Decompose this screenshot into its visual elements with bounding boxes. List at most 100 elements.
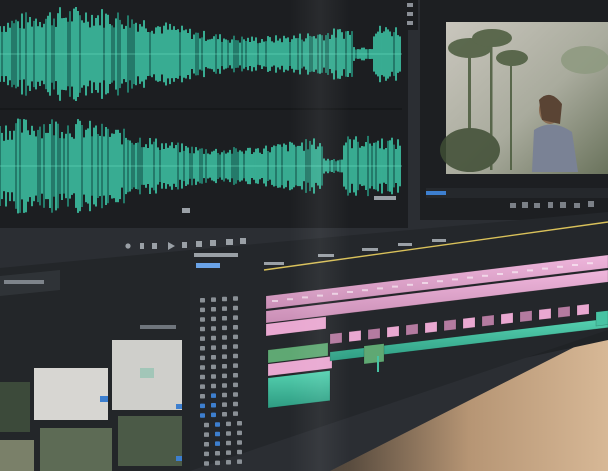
track-lock-icon[interactable]: [233, 334, 238, 340]
track-eye-icon[interactable]: [211, 393, 216, 398]
track-lock-icon[interactable]: [200, 384, 205, 389]
bin-thumb-3[interactable]: [0, 382, 30, 432]
track-lock-icon[interactable]: [200, 403, 205, 409]
track-eye-icon[interactable]: [211, 316, 216, 322]
bin-thumb-4[interactable]: [118, 416, 182, 466]
audio-clip[interactable]: [363, 343, 385, 365]
track-mute-icon[interactable]: [222, 402, 227, 407]
video-clip[interactable]: [443, 319, 457, 332]
track-lock-icon[interactable]: [200, 374, 205, 380]
video-clip[interactable]: [462, 316, 476, 329]
track-lock-icon[interactable]: [233, 392, 238, 397]
video-clip[interactable]: [500, 312, 514, 325]
track-lock-icon[interactable]: [233, 363, 238, 368]
track-eye-icon[interactable]: [215, 460, 220, 466]
track-lock-icon[interactable]: [233, 373, 238, 378]
track-lock-icon[interactable]: [200, 298, 205, 303]
track-eye-icon[interactable]: [215, 451, 220, 456]
track-eye-icon[interactable]: [211, 412, 216, 418]
track-eye-icon[interactable]: [215, 431, 220, 437]
track-mute-icon[interactable]: [222, 316, 227, 321]
bin-thumb-5[interactable]: [40, 428, 112, 471]
track-mute-icon[interactable]: [222, 392, 227, 398]
track-lock-icon[interactable]: [233, 305, 238, 311]
audio-clip[interactable]: [595, 310, 608, 327]
track-lock-icon[interactable]: [200, 365, 205, 370]
track-mute-icon[interactable]: [222, 296, 227, 302]
track-eye-icon[interactable]: [215, 422, 220, 427]
track-lock-icon[interactable]: [200, 307, 205, 313]
track-mute-icon[interactable]: [222, 373, 227, 379]
track-eye-icon[interactable]: [211, 297, 216, 302]
mark-out-icon[interactable]: [140, 243, 144, 249]
lift-icon[interactable]: [196, 241, 202, 247]
track-eye-icon[interactable]: [211, 383, 216, 389]
mark-in-icon[interactable]: [125, 243, 131, 249]
track-lock-icon[interactable]: [204, 451, 209, 457]
video-clip[interactable]: [348, 330, 362, 343]
bin-thumb-6[interactable]: [0, 440, 34, 471]
track-lock-icon[interactable]: [204, 432, 209, 437]
track-lock-icon[interactable]: [237, 459, 242, 464]
track-eye-icon[interactable]: [215, 441, 220, 446]
track-lock-icon[interactable]: [233, 344, 238, 349]
bin-thumb-2[interactable]: [34, 368, 108, 420]
track-lock-icon[interactable]: [237, 440, 242, 445]
track-lock-icon[interactable]: [233, 353, 238, 359]
track-mute-icon[interactable]: [222, 344, 227, 350]
video-clip[interactable]: [481, 314, 495, 327]
track-eye-icon[interactable]: [211, 307, 216, 312]
track-lock-icon[interactable]: [233, 325, 238, 330]
video-clip[interactable]: [424, 321, 438, 334]
step-forward-icon[interactable]: [182, 242, 187, 248]
step-back-icon[interactable]: [152, 243, 157, 249]
track-lock-icon[interactable]: [200, 413, 205, 418]
video-clip[interactable]: [367, 327, 381, 340]
track-eye-icon[interactable]: [211, 335, 216, 341]
extract-icon[interactable]: [210, 240, 216, 246]
track-lock-icon[interactable]: [200, 326, 205, 332]
track-lock-icon[interactable]: [204, 422, 209, 428]
track-lock-icon[interactable]: [200, 394, 205, 399]
track-mute-icon[interactable]: [222, 354, 227, 359]
track-lock-icon[interactable]: [233, 411, 238, 416]
track-eye-icon[interactable]: [211, 364, 216, 370]
track-lock-icon[interactable]: [233, 296, 238, 301]
track-mute-icon[interactable]: [222, 412, 227, 417]
video-clip[interactable]: [405, 323, 419, 336]
track-eye-icon[interactable]: [211, 326, 216, 331]
video-clip[interactable]: [386, 325, 400, 338]
track-lock-icon[interactable]: [233, 382, 238, 388]
track-lock-icon[interactable]: [233, 315, 238, 320]
track-lock-icon[interactable]: [200, 317, 205, 322]
camera-icon[interactable]: [226, 239, 233, 245]
video-clip[interactable]: [538, 308, 552, 321]
track-lock-icon[interactable]: [237, 449, 242, 455]
track-mute-icon[interactable]: [222, 325, 227, 331]
track-lock-icon[interactable]: [237, 430, 242, 436]
track-lock-icon[interactable]: [200, 346, 205, 351]
track-mute-icon[interactable]: [222, 383, 227, 388]
track-eye-icon[interactable]: [211, 374, 216, 379]
track-lock-icon[interactable]: [200, 336, 205, 341]
track-lock-icon[interactable]: [233, 401, 238, 407]
track-eye-icon[interactable]: [211, 355, 216, 360]
track-mute-icon[interactable]: [222, 335, 227, 340]
track-eye-icon[interactable]: [211, 345, 216, 350]
track-mute-icon[interactable]: [222, 306, 227, 311]
track-mute-icon[interactable]: [226, 450, 231, 455]
track-lock-icon[interactable]: [204, 461, 209, 466]
track-lock-icon[interactable]: [200, 355, 205, 361]
video-clip[interactable]: [519, 310, 533, 323]
track-mute-icon[interactable]: [226, 460, 231, 465]
video-clip[interactable]: [557, 305, 571, 318]
track-mute-icon[interactable]: [226, 431, 231, 436]
video-clip[interactable]: [576, 303, 590, 316]
track-mute-icon[interactable]: [222, 364, 227, 369]
track-eye-icon[interactable]: [211, 403, 216, 408]
track-mute-icon[interactable]: [226, 421, 231, 427]
track-mute-icon[interactable]: [226, 440, 231, 446]
track-lock-icon[interactable]: [237, 421, 242, 426]
track-lock-icon[interactable]: [204, 442, 209, 447]
program-monitor-scrub[interactable]: [426, 191, 446, 195]
